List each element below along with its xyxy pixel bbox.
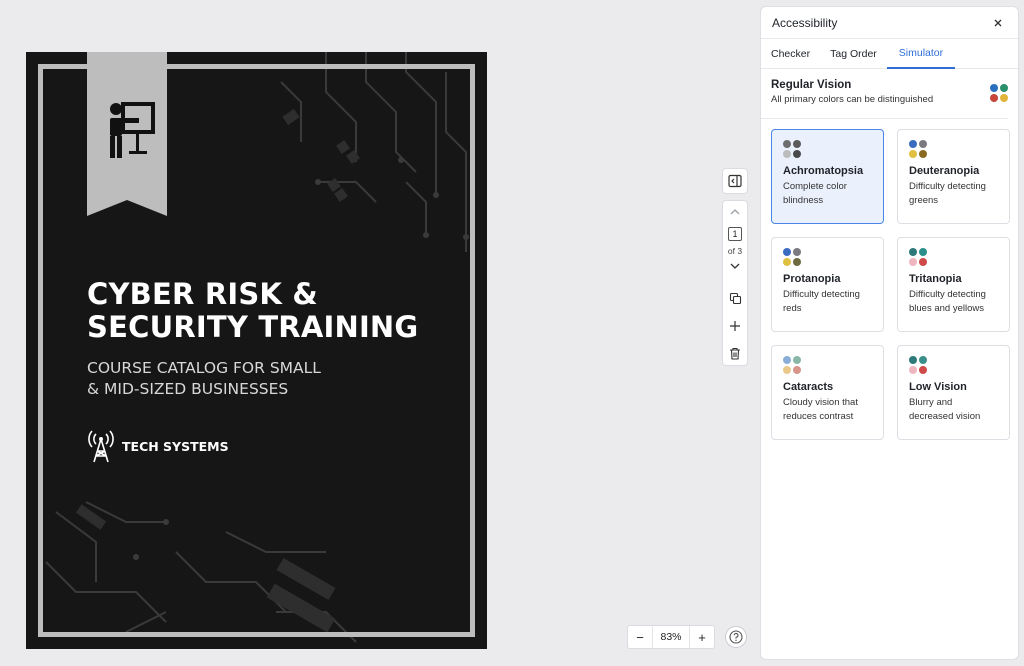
color-dot xyxy=(1000,94,1008,102)
color-dot xyxy=(919,150,927,158)
color-dot xyxy=(909,366,917,374)
color-dot xyxy=(793,150,801,158)
previous-page-button[interactable] xyxy=(723,207,747,217)
color-dot xyxy=(909,150,917,158)
collapse-panel-icon xyxy=(728,174,742,188)
zoom-in-button[interactable]: + xyxy=(690,626,714,648)
color-dot xyxy=(909,248,917,256)
zoom-level[interactable]: 83% xyxy=(652,626,690,648)
chevron-down-icon xyxy=(730,263,740,269)
delete-page-icon xyxy=(730,347,740,360)
color-dot xyxy=(793,258,801,266)
card-title: Achromatopsia xyxy=(783,165,864,177)
add-page-icon xyxy=(730,321,740,331)
simulator-grid: Achromatopsia Complete color blindness D… xyxy=(761,119,1018,450)
color-dots-icon xyxy=(783,140,801,158)
card-title: Cataracts xyxy=(783,381,834,393)
close-panel-button[interactable] xyxy=(990,15,1006,31)
tab-checker[interactable]: Checker xyxy=(761,39,820,68)
card-title: Deuteranopia xyxy=(909,165,980,177)
card-title: Low Vision xyxy=(909,381,967,393)
close-icon xyxy=(994,19,1002,26)
color-dots-icon xyxy=(909,248,927,266)
subtitle-line-2: & MID-SIZED BUSINESSES xyxy=(87,379,289,398)
card-desc: Difficulty detecting greens xyxy=(909,181,986,206)
color-dot xyxy=(783,150,791,158)
card-protanopia[interactable]: Protanopia Difficulty detecting reds xyxy=(771,237,884,332)
color-dot xyxy=(909,356,917,364)
color-dots-icon xyxy=(990,84,1008,102)
color-dots-icon xyxy=(783,248,801,266)
page-toolbar: 1 of 3 xyxy=(722,200,748,366)
color-dot xyxy=(919,258,927,266)
document-page[interactable]: CYBER RISK & SECURITY TRAINING COURSE CA… xyxy=(26,52,487,649)
card-desc: Complete color blindness xyxy=(783,181,847,206)
add-page-button[interactable] xyxy=(723,320,747,332)
ribbon-banner xyxy=(87,52,167,216)
color-dots-icon xyxy=(909,140,927,158)
color-dot xyxy=(1000,84,1008,92)
color-dot xyxy=(919,140,927,148)
radio-tower-icon xyxy=(88,430,114,463)
regular-vision-title: Regular Vision xyxy=(771,79,852,91)
color-dot xyxy=(783,258,791,266)
card-low-vision[interactable]: Low Vision Blurry and decreased vision xyxy=(897,345,1010,440)
card-achromatopsia[interactable]: Achromatopsia Complete color blindness xyxy=(771,129,884,224)
color-dot xyxy=(793,356,801,364)
company-logo: TECH SYSTEMS xyxy=(88,429,229,463)
color-dots-icon xyxy=(909,356,927,374)
next-page-button[interactable] xyxy=(723,261,747,271)
color-dot xyxy=(793,140,801,148)
card-title: Protanopia xyxy=(783,273,841,285)
color-dot xyxy=(909,258,917,266)
tab-simulator[interactable]: Simulator xyxy=(886,39,956,69)
color-dot xyxy=(783,356,791,364)
card-cataracts[interactable]: Cataracts Cloudy vision that reduces con… xyxy=(771,345,884,440)
page-count: of 3 xyxy=(727,246,743,256)
card-desc: Cloudy vision that reduces contrast xyxy=(783,397,858,422)
collapse-panel-button[interactable] xyxy=(722,168,748,194)
color-dots-icon xyxy=(783,356,801,374)
help-icon xyxy=(729,630,743,644)
current-page-number[interactable]: 1 xyxy=(728,227,742,241)
delete-page-button[interactable] xyxy=(723,347,747,360)
color-dot xyxy=(793,248,801,256)
panel-tabs: Checker Tag Order Simulator xyxy=(761,39,1018,69)
color-dot xyxy=(919,366,927,374)
color-dot xyxy=(990,84,998,92)
panel-header: Accessibility xyxy=(761,7,1018,39)
zoom-out-button[interactable]: − xyxy=(628,626,652,648)
color-dot xyxy=(783,248,791,256)
card-desc: Difficulty detecting blues and yellows xyxy=(909,289,986,314)
zoom-control: − 83% + xyxy=(627,625,715,649)
tab-tag-order[interactable]: Tag Order xyxy=(820,39,887,68)
color-dot xyxy=(783,140,791,148)
subtitle-line-1: COURSE CATALOG FOR SMALL xyxy=(87,359,321,377)
help-button[interactable] xyxy=(725,626,747,648)
card-title: Tritanopia xyxy=(909,273,962,285)
title-line-1: CYBER RISK & xyxy=(87,277,318,311)
color-dot xyxy=(783,366,791,374)
color-dot xyxy=(990,94,998,102)
card-desc: Difficulty detecting reds xyxy=(783,289,860,314)
company-name: TECH SYSTEMS xyxy=(122,438,229,454)
panel-title: Accessibility xyxy=(772,15,838,30)
regular-vision-desc: All primary colors can be distinguished xyxy=(771,94,934,105)
card-desc: Blurry and decreased vision xyxy=(909,397,981,422)
color-dot xyxy=(919,356,927,364)
title-line-2: SECURITY TRAINING xyxy=(87,310,419,344)
duplicate-page-icon xyxy=(729,292,741,305)
duplicate-page-button[interactable] xyxy=(723,292,747,305)
regular-vision-option[interactable]: Regular Vision All primary colors can be… xyxy=(761,69,1008,119)
card-deuteranopia[interactable]: Deuteranopia Difficulty detecting greens xyxy=(897,129,1010,224)
document-subtitle: COURSE CATALOG FOR SMALL & MID-SIZED BUS… xyxy=(87,358,387,399)
document-title: CYBER RISK & SECURITY TRAINING xyxy=(87,278,447,344)
color-dot xyxy=(919,248,927,256)
color-dot xyxy=(793,366,801,374)
chevron-up-icon xyxy=(730,209,740,215)
accessibility-panel: Accessibility Checker Tag Order Simulato… xyxy=(760,6,1019,660)
color-dot xyxy=(909,140,917,148)
card-tritanopia[interactable]: Tritanopia Difficulty detecting blues an… xyxy=(897,237,1010,332)
